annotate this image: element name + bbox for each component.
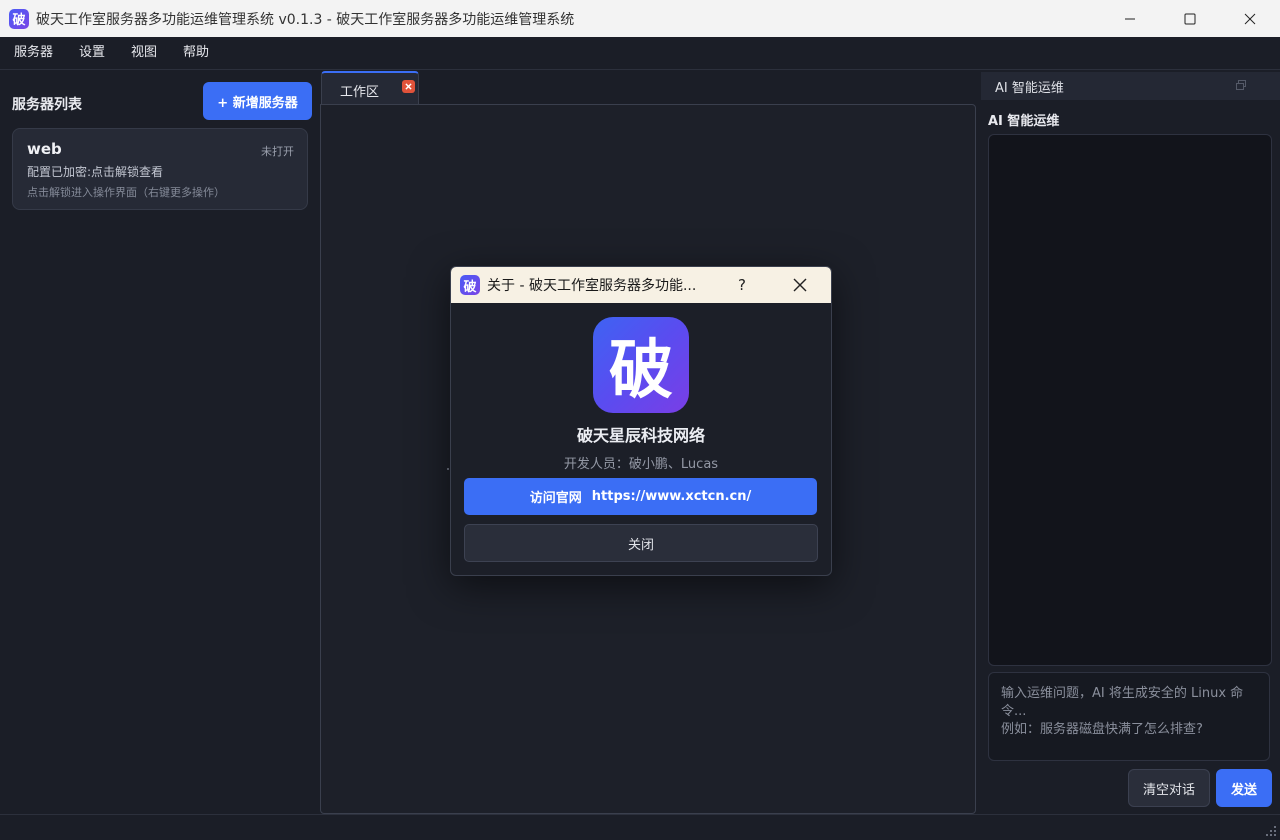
window-titlebar: 破 破天工作室服务器多功能运维管理系统 v0.1.3 - 破天工作室服务器多功能… <box>0 0 1280 37</box>
window-close-button[interactable] <box>1220 0 1280 37</box>
tab-label: 工作区 <box>340 85 380 100</box>
tab-workspace[interactable]: 工作区 <box>321 71 419 104</box>
ai-chat-history <box>988 134 1272 666</box>
server-list-title: 服务器列表 <box>12 97 82 113</box>
send-button[interactable]: 发送 <box>1216 769 1272 807</box>
resize-grip-icon[interactable] <box>1266 826 1276 836</box>
about-dialog-titlebar: 破 关于 - 破天工作室服务器多功能... <box>451 267 831 303</box>
menu-item-settings[interactable]: 设置 <box>66 37 118 69</box>
server-name: web <box>27 140 62 158</box>
close-icon[interactable] <box>793 278 807 292</box>
menu-item-server[interactable]: 服务器 <box>0 37 66 69</box>
tab-close-button[interactable] <box>402 80 415 93</box>
server-status: 未打开 <box>261 145 294 158</box>
close-icon <box>1244 13 1256 24</box>
window-controls <box>1100 0 1280 37</box>
close-icon <box>405 83 412 90</box>
developers-text: 开发人员：破小鹏、Lucas <box>563 457 719 472</box>
visit-website-url: https://www.xctcn.cn/ <box>591 489 752 504</box>
maximize-icon <box>1184 13 1196 24</box>
server-card-web[interactable]: web 未打开 配置已加密:点击解锁查看 点击解锁进入操作界面（右键更多操作） <box>12 128 308 210</box>
server-sidebar: 服务器列表 + 新增服务器 web 未打开 配置已加密:点击解锁查看 点击解锁进… <box>0 70 320 814</box>
add-server-button[interactable]: + 新增服务器 <box>203 82 312 120</box>
menu-bar: 服务器 设置 视图 帮助 <box>0 37 1280 70</box>
workspace-placeholder-fragment <box>447 468 449 470</box>
company-name: 破天星辰科技网络 <box>576 426 705 445</box>
ai-panel-header-title: AI 智能运维 <box>995 80 1064 96</box>
app-logo-icon: 破 <box>460 275 480 295</box>
company-logo: 破 <box>593 317 689 413</box>
minimize-button[interactable] <box>1100 0 1160 37</box>
visit-website-label: 访问官网 <box>529 491 582 506</box>
server-hint: 点击解锁进入操作界面（右键更多操作） <box>27 186 225 199</box>
clear-chat-button[interactable]: 清空对话 <box>1128 769 1210 807</box>
about-close-button[interactable]: 关闭 <box>464 524 818 562</box>
ai-section-title: AI 智能运维 <box>988 114 1060 129</box>
menu-item-help[interactable]: 帮助 <box>170 37 222 69</box>
visit-website-button[interactable]: 访问官网 https://www.xctcn.cn/ <box>464 478 817 515</box>
ai-panel-header: AI 智能运维 <box>981 72 1280 100</box>
server-config-note: 配置已加密:点击解锁查看 <box>27 165 164 179</box>
menu-item-view[interactable]: 视图 <box>118 37 170 69</box>
float-window-icon[interactable] <box>1236 80 1246 90</box>
about-dialog-title: 关于 - 破天工作室服务器多功能... <box>487 278 697 294</box>
window-title: 破天工作室服务器多功能运维管理系统 v0.1.3 - 破天工作室服务器多功能运维… <box>36 11 575 28</box>
ai-question-input[interactable]: 输入运维问题，AI 将生成安全的 Linux 命令... 例如：服务器磁盘快满了… <box>988 672 1270 761</box>
app-logo-icon: 破 <box>9 8 29 29</box>
ai-input-placeholder: 输入运维问题，AI 将生成安全的 Linux 命令... 例如：服务器磁盘快满了… <box>1001 686 1244 737</box>
about-dialog: 破 关于 - 破天工作室服务器多功能... ? 破 破天星辰科技网络 开发人员：… <box>450 266 832 576</box>
help-button[interactable]: ? <box>738 276 746 294</box>
status-bar <box>0 814 1280 840</box>
maximize-button[interactable] <box>1160 0 1220 37</box>
minimize-icon <box>1125 18 1135 19</box>
